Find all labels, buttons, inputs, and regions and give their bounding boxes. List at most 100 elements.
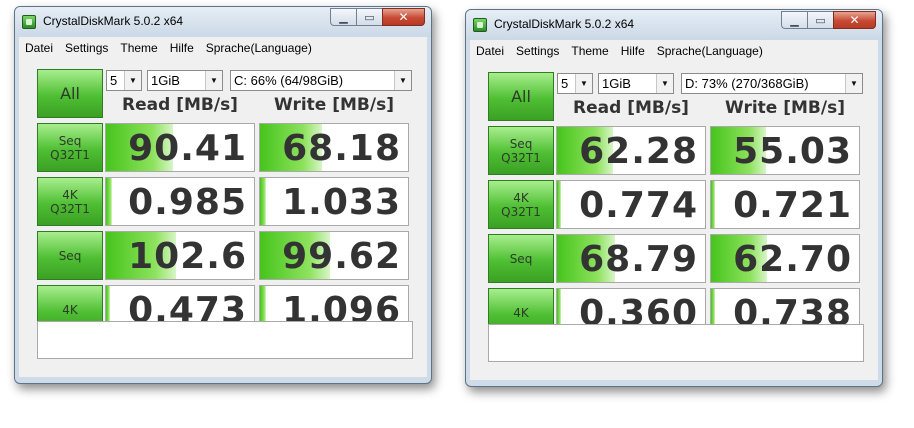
main-panel: All 5 ▼ 1GiB ▼ C: 66% (64/98GiB) ▼ Read … [19, 59, 427, 377]
test-count-select[interactable]: 5 ▼ [106, 70, 142, 91]
dropdown-arrow-icon: ▼ [124, 71, 141, 90]
title-bar[interactable]: CrystalDiskMark 5.0.2 x64 ▁ ▭ ✕ [466, 10, 882, 40]
main-panel: All 5 ▼ 1GiB ▼ D: 73% (270/368GiB) ▼ Rea… [470, 62, 878, 380]
all-button[interactable]: All [488, 72, 554, 121]
dropdown-arrow-icon: ▼ [656, 74, 673, 93]
seq-q32t1-button[interactable]: Seq Q32T1 [488, 126, 554, 175]
write-value: 1.033 [282, 182, 401, 223]
close-icon: ✕ [398, 10, 409, 24]
write-result-seq-q32t1: 68.18 [259, 123, 409, 172]
drive-value: D: 73% (270/368GiB) [685, 76, 809, 91]
window-title: CrystalDiskMark 5.0.2 x64 [43, 14, 184, 28]
test-label-line1: 4K [513, 190, 529, 205]
write-column-header: Write [MB/s] [725, 98, 845, 118]
crystaldiskmark-window-left: CrystalDiskMark 5.0.2 x64 ▁ ▭ ✕ Datei Se… [14, 6, 432, 384]
4k-q32t1-button[interactable]: 4K Q32T1 [488, 180, 554, 229]
drive-select[interactable]: C: 66% (64/98GiB) ▼ [230, 70, 412, 91]
write-result-4k-q32t1: 1.033 [259, 177, 409, 226]
test-count-value: 5 [110, 73, 118, 88]
close-button[interactable]: ✕ [382, 8, 425, 26]
dropdown-arrow-icon: ▼ [394, 71, 411, 90]
read-value: 62.28 [579, 131, 698, 172]
minimize-button[interactable]: ▁ [781, 11, 807, 29]
seq-q32t1-button[interactable]: Seq Q32T1 [37, 123, 103, 172]
test-label-line2: Q32T1 [501, 204, 541, 219]
menu-language[interactable]: Sprache(Language) [200, 41, 318, 55]
test-label-line1: 4K [513, 305, 529, 320]
app-icon [473, 18, 487, 32]
menu-hilfe[interactable]: Hilfe [164, 41, 200, 55]
maximize-icon: ▭ [815, 13, 826, 27]
dropdown-arrow-icon: ▼ [205, 71, 222, 90]
test-label-line1: 4K [62, 187, 78, 202]
read-result-seq: 68.79 [556, 234, 706, 283]
test-size-value: 1GiB [602, 76, 631, 91]
write-value: 55.03 [733, 131, 852, 172]
drive-select[interactable]: D: 73% (270/368GiB) ▼ [681, 73, 863, 94]
menu-theme[interactable]: Theme [565, 44, 614, 58]
caption-buttons: ▁ ▭ ✕ [781, 11, 876, 29]
test-count-select[interactable]: 5 ▼ [557, 73, 593, 94]
test-label-line1: Seq [58, 133, 82, 148]
write-value: 62.70 [733, 239, 852, 280]
menu-settings[interactable]: Settings [510, 44, 565, 58]
read-result-4k-q32t1: 0.985 [105, 177, 255, 226]
read-result-seq-q32t1: 90.41 [105, 123, 255, 172]
write-result-seq-q32t1: 55.03 [710, 126, 860, 175]
maximize-button[interactable]: ▭ [356, 8, 382, 26]
read-value: 0.985 [128, 182, 247, 223]
menu-theme[interactable]: Theme [114, 41, 163, 55]
read-result-seq-q32t1: 62.28 [556, 126, 706, 175]
test-size-select[interactable]: 1GiB ▼ [598, 73, 674, 94]
drive-value: C: 66% (64/98GiB) [234, 73, 344, 88]
write-bar [260, 178, 266, 225]
write-value: 99.62 [282, 236, 401, 277]
minimize-button[interactable]: ▁ [330, 8, 356, 26]
maximize-icon: ▭ [364, 10, 375, 24]
test-label-line1: Seq [58, 248, 82, 263]
menu-hilfe[interactable]: Hilfe [615, 44, 651, 58]
comment-field[interactable] [37, 321, 413, 359]
test-label-line2: Q32T1 [50, 201, 90, 216]
read-result-4k-q32t1: 0.774 [556, 180, 706, 229]
window-title: CrystalDiskMark 5.0.2 x64 [494, 17, 635, 31]
caption-buttons: ▁ ▭ ✕ [330, 8, 425, 26]
comment-field[interactable] [488, 324, 864, 362]
menu-settings[interactable]: Settings [59, 41, 114, 55]
dropdown-arrow-icon: ▼ [575, 74, 592, 93]
test-size-value: 1GiB [151, 73, 180, 88]
read-column-header: Read [MB/s] [122, 95, 238, 115]
read-bar [106, 178, 112, 225]
test-size-select[interactable]: 1GiB ▼ [147, 70, 223, 91]
menu-datei[interactable]: Datei [470, 44, 510, 58]
read-bar [557, 181, 562, 228]
crystaldiskmark-window-right: CrystalDiskMark 5.0.2 x64 ▁ ▭ ✕ Datei Se… [465, 9, 883, 387]
menu-language[interactable]: Sprache(Language) [651, 44, 769, 58]
all-button[interactable]: All [37, 69, 103, 118]
read-column-header: Read [MB/s] [573, 98, 689, 118]
4k-q32t1-button[interactable]: 4K Q32T1 [37, 177, 103, 226]
menu-bar: Datei Settings Theme Hilfe Sprache(Langu… [19, 37, 427, 59]
menu-datei[interactable]: Datei [19, 41, 59, 55]
test-label-line2: Q32T1 [501, 150, 541, 165]
close-button[interactable]: ✕ [833, 11, 876, 29]
write-bar [711, 181, 716, 228]
write-value: 68.18 [282, 128, 401, 169]
test-label-line2: Q32T1 [50, 147, 90, 162]
seq-button[interactable]: Seq [488, 234, 554, 283]
read-value: 102.6 [128, 236, 247, 277]
read-value: 90.41 [128, 128, 247, 169]
minimize-icon: ▁ [339, 10, 348, 24]
title-bar[interactable]: CrystalDiskMark 5.0.2 x64 ▁ ▭ ✕ [15, 7, 431, 37]
maximize-button[interactable]: ▭ [807, 11, 833, 29]
write-result-seq: 62.70 [710, 234, 860, 283]
seq-button[interactable]: Seq [37, 231, 103, 280]
write-value: 0.721 [733, 185, 852, 226]
app-icon [22, 15, 36, 29]
menu-bar: Datei Settings Theme Hilfe Sprache(Langu… [470, 40, 878, 62]
minimize-icon: ▁ [790, 13, 799, 27]
read-value: 0.774 [579, 185, 698, 226]
dropdown-arrow-icon: ▼ [845, 74, 862, 93]
test-count-value: 5 [561, 76, 569, 91]
read-result-seq: 102.6 [105, 231, 255, 280]
